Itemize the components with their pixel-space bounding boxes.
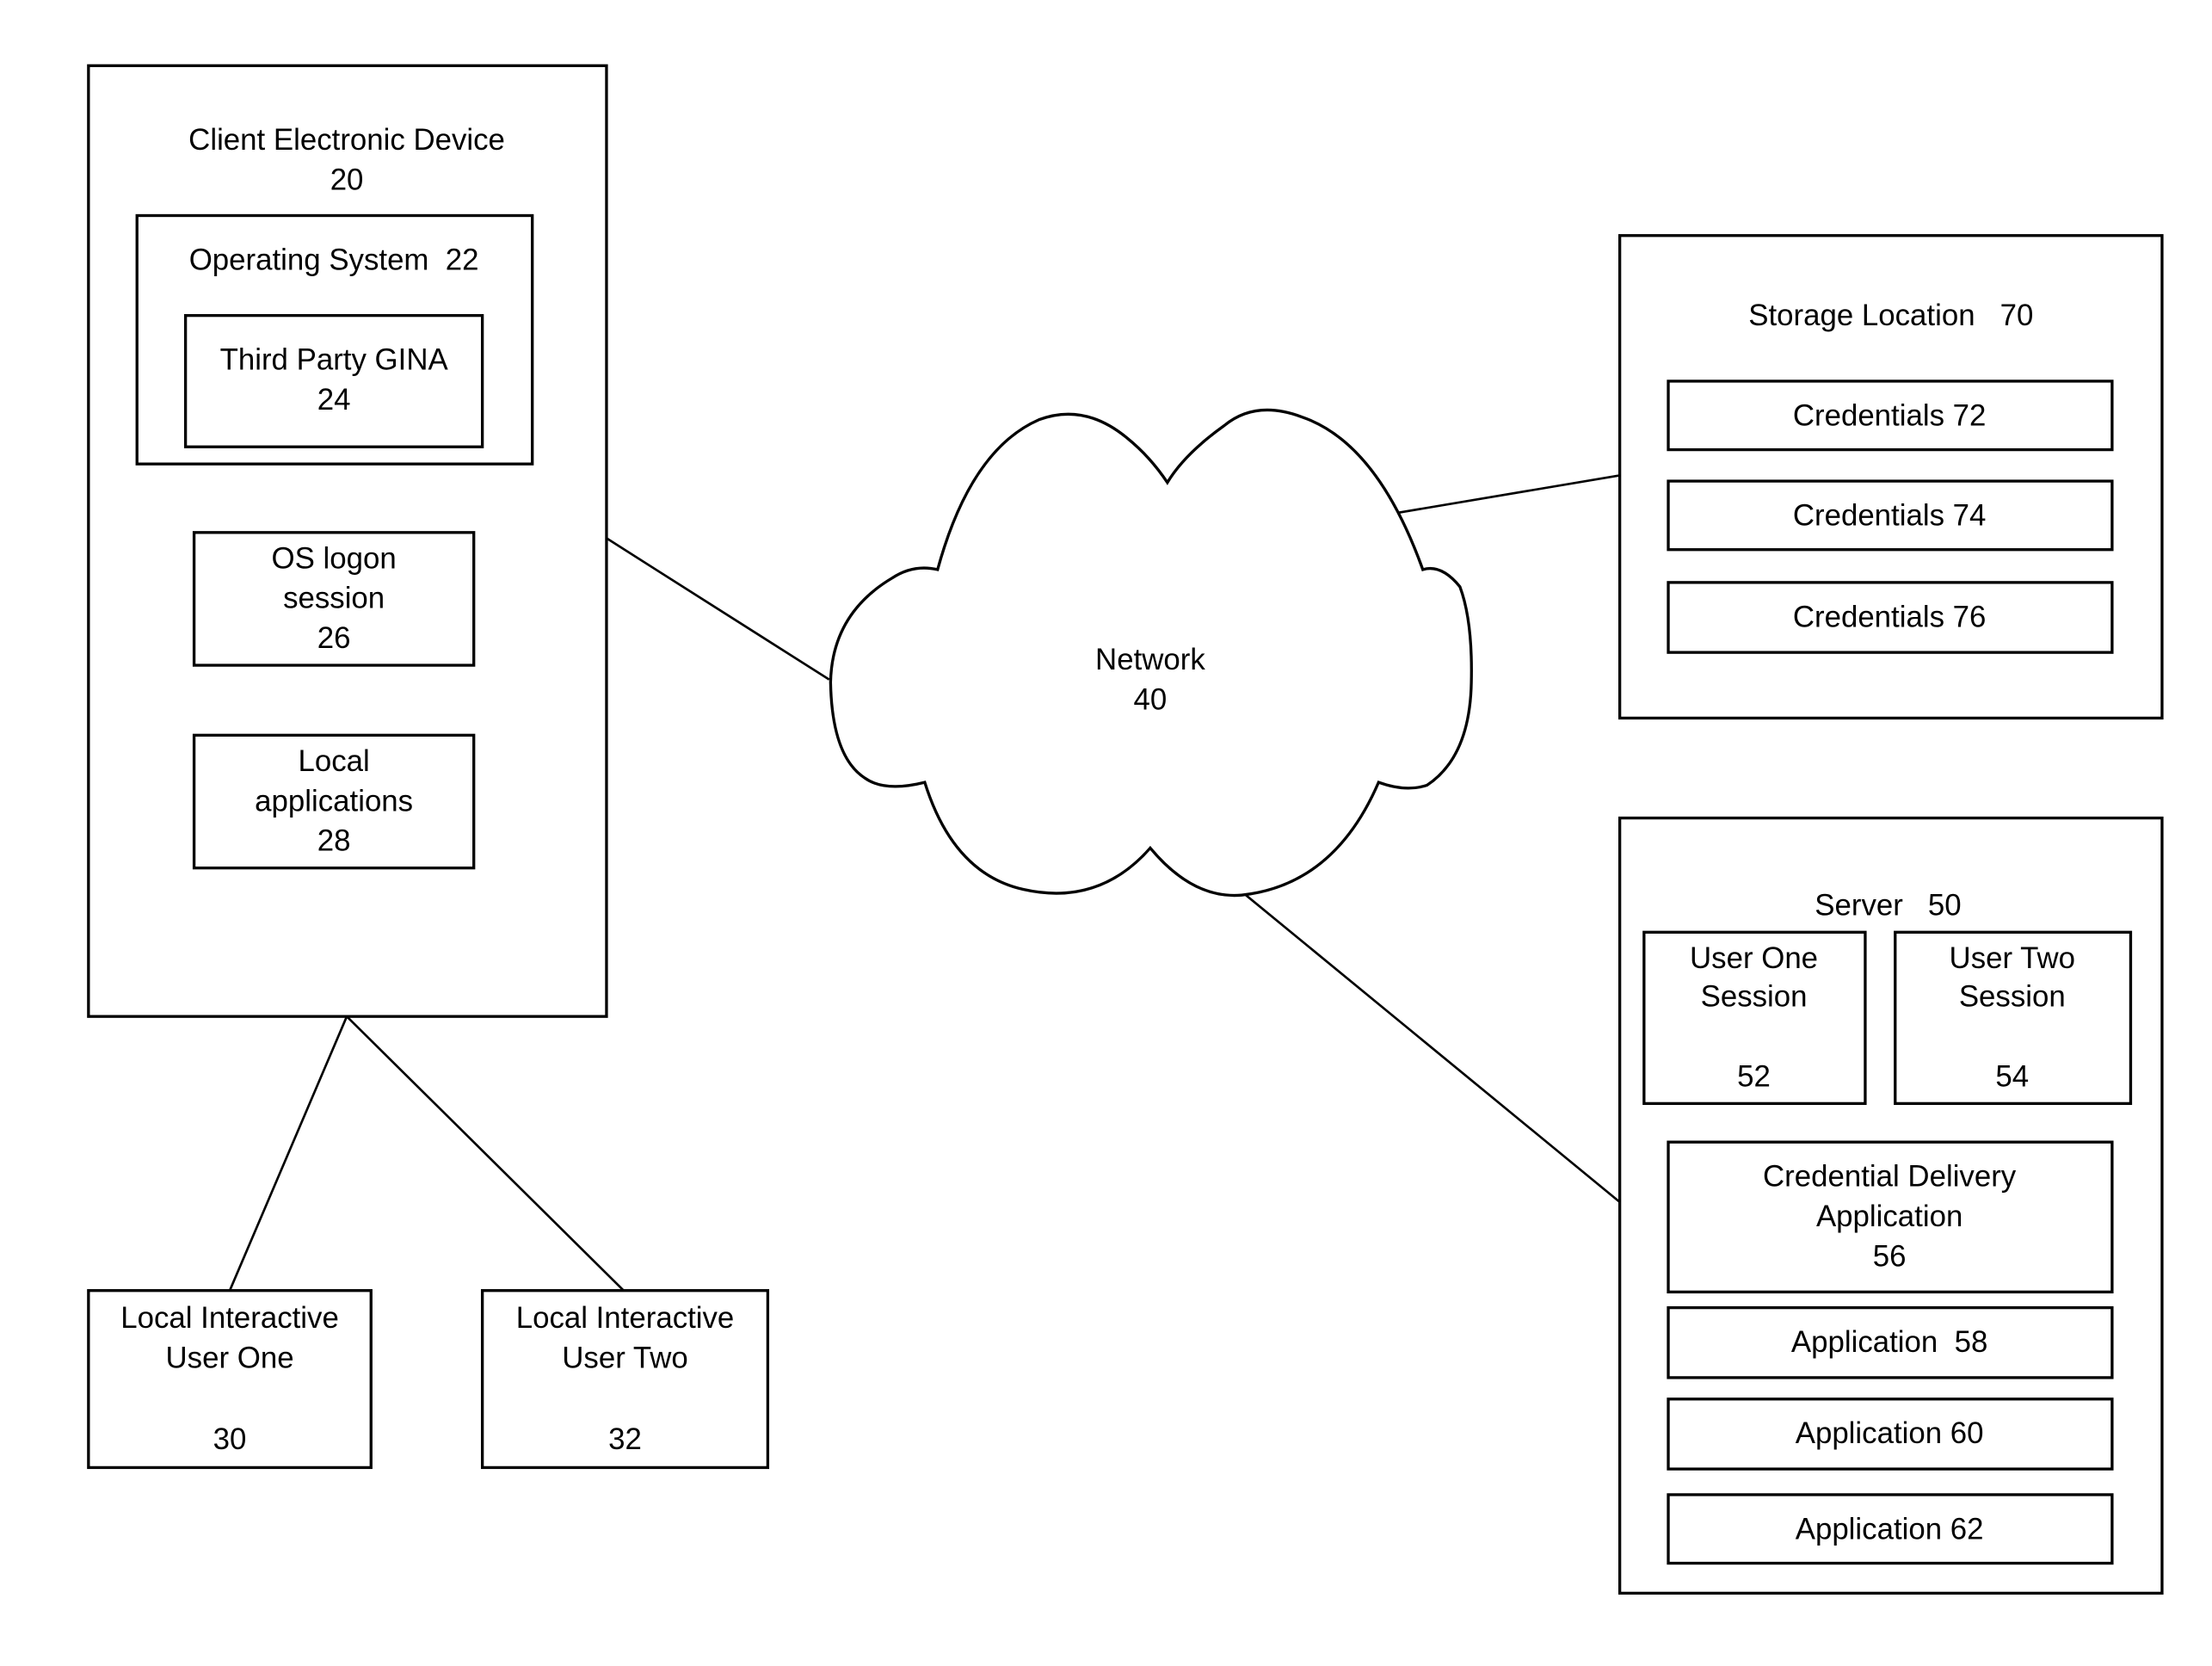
local-applications-line2: applications (255, 784, 413, 818)
user-two-session[interactable]: User Two Session 54 (1894, 930, 2133, 1106)
credential-delivery-line1: Credential Delivery (1763, 1160, 2017, 1194)
user-one-session-number: 52 (1737, 1059, 1771, 1093)
third-party-gina-box (183, 313, 484, 448)
user-two-number: 32 (608, 1422, 642, 1456)
application-58[interactable]: Application 58 (1667, 1305, 2114, 1379)
user-one-line1: Local Interactive (120, 1301, 339, 1335)
application-58-label: Application 58 (1791, 1325, 1987, 1359)
user-one-session[interactable]: User One Session 52 (1642, 930, 1867, 1106)
server[interactable]: Server 50 User One Session 52 User Two S… (1617, 816, 2164, 1595)
user-one-line2: User One (166, 1341, 294, 1374)
local-applications-number: 28 (317, 824, 351, 858)
os-logon-session-line1: OS logon (272, 541, 397, 575)
link-client-user-two (346, 1015, 625, 1292)
client-electronic-device[interactable]: Client Electronic Device 20 Operating Sy… (87, 64, 608, 1018)
credentials-72[interactable]: Credentials 72 (1667, 379, 2114, 452)
credentials-72-label: Credentials 72 (1793, 398, 1987, 432)
link-client-user-one (228, 1015, 348, 1292)
storage-location[interactable]: Storage Location 70 Credentials 72 Crede… (1617, 234, 2164, 720)
local-applications-line1: Local (299, 744, 370, 778)
user-one-number: 30 (213, 1422, 247, 1456)
operating-system-label: Operating System 22 (189, 244, 479, 277)
user-one-session-line2: Session (1701, 980, 1808, 1014)
credential-delivery-line2: Application (1816, 1200, 1962, 1233)
user-two-session-number: 54 (1995, 1059, 2029, 1093)
client-device-number: 20 (330, 164, 364, 197)
diagram-canvas: Client Electronic Device 20 Operating Sy… (87, 64, 2164, 1595)
local-interactive-user-two[interactable]: Local Interactive User Two 32 (480, 1289, 770, 1470)
application-60-label: Application 60 (1796, 1416, 1984, 1450)
user-two-line2: User Two (562, 1341, 687, 1374)
local-applications[interactable]: Local applications 28 (192, 733, 476, 870)
user-two-line1: Local Interactive (516, 1301, 735, 1335)
storage-location-title: Storage Location 70 (1748, 299, 2033, 332)
network-cloud[interactable]: Network 40 (829, 408, 1473, 898)
third-party-gina-label: Third Party GINA (220, 343, 449, 377)
network-number: 40 (1134, 682, 1168, 716)
local-interactive-user-one[interactable]: Local Interactive User One 30 (87, 1289, 373, 1470)
os-logon-session-number: 26 (317, 621, 351, 655)
application-62-label: Application 62 (1796, 1512, 1984, 1546)
os-logon-session[interactable]: OS logon session 26 (192, 531, 476, 667)
credentials-74-label: Credentials 74 (1793, 498, 1987, 532)
third-party-gina-number: 24 (317, 383, 351, 416)
client-device-title: Client Electronic Device (188, 123, 505, 157)
user-two-session-line1: User Two (1950, 941, 2075, 975)
network-label: Network (1095, 643, 1205, 676)
os-logon-session-line2: session (283, 582, 385, 615)
credentials-76-label: Credentials 76 (1793, 600, 1987, 633)
application-62[interactable]: Application 62 (1667, 1493, 2114, 1565)
operating-system[interactable]: Operating System 22 Third Party GINA 24 (135, 213, 534, 466)
third-party-gina[interactable]: Third Party GINA 24 (183, 313, 484, 448)
link-network-server (1245, 894, 1621, 1203)
server-title: Server 50 (1815, 888, 1961, 922)
link-client-network (606, 537, 830, 681)
credentials-74[interactable]: Credentials 74 (1667, 479, 2114, 552)
credentials-76[interactable]: Credentials 76 (1667, 581, 2114, 654)
credential-delivery-number: 56 (1873, 1239, 1907, 1273)
user-two-session-line2: Session (1959, 980, 2066, 1014)
credential-delivery-application[interactable]: Credential Delivery Application 56 (1667, 1140, 2114, 1294)
application-60[interactable]: Application 60 (1667, 1398, 2114, 1471)
user-one-session-line1: User One (1690, 941, 1818, 975)
